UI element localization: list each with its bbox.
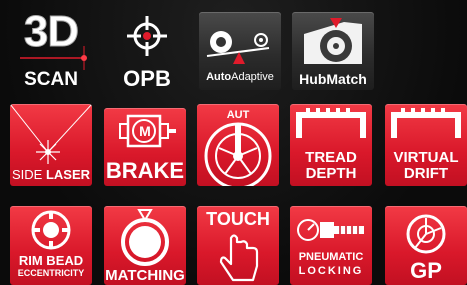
tread-profile-icon	[296, 108, 366, 138]
hubmatch-tile[interactable]: HubMatch	[292, 12, 374, 90]
pneumatic-line1: PNEUMATIC	[298, 251, 364, 263]
aut-tile[interactable]: AUT	[197, 104, 279, 186]
brake-tile[interactable]: M BRAKE	[104, 108, 186, 186]
side-laser-tile[interactable]: SIDE LASER	[10, 104, 92, 186]
gp-tile[interactable]: GP	[385, 206, 467, 285]
autoadaptive-label-bold: Auto	[206, 71, 232, 83]
pneumatic-shaft-icon	[297, 219, 364, 241]
pointing-hand-icon	[219, 234, 259, 282]
autoadaptive-label: AutoAdaptive	[199, 72, 281, 83]
tread-depth-tile[interactable]: TREAD DEPTH	[290, 104, 372, 186]
side-laser-label: SIDE LASER	[10, 168, 92, 181]
feature-icon-grid: 3D SCAN OPB AutoAdaptive HubMatch SIDE L…	[0, 0, 467, 285]
side-laser-label-a: SIDE	[11, 167, 43, 182]
matching-label: MATCHING	[105, 267, 185, 284]
tread-depth-line2: DEPTH	[305, 165, 357, 182]
autoadaptive-label-rest: Adaptive	[231, 71, 274, 83]
tread-depth-line1: TREAD	[305, 149, 357, 166]
touch-tile[interactable]: TOUCH	[197, 206, 279, 285]
matching-tile[interactable]: MATCHING	[104, 206, 186, 285]
gp-label: GP	[410, 258, 442, 283]
virtual-drift-line1: VIRTUAL	[393, 149, 459, 166]
virtual-drift-line2: DRIFT	[403, 165, 449, 182]
motor-letter: M	[139, 123, 151, 139]
pneumatic-line2: LOCKING	[298, 265, 364, 277]
rim-bead-line1: RIM BEAD	[18, 253, 84, 268]
virtual-drift-tile[interactable]: VIRTUAL DRIFT	[385, 104, 467, 186]
scan-3d-tile[interactable]: 3D SCAN	[10, 6, 92, 90]
autoadaptive-tile[interactable]: AutoAdaptive	[199, 12, 281, 90]
side-laser-label-b: LASER	[45, 167, 91, 182]
gp-wheel-icon	[406, 214, 446, 254]
pneumatic-locking-tile[interactable]: PNEUMATIC LOCKING	[290, 206, 372, 285]
brake-label: BRAKE	[105, 158, 185, 183]
aut-label: AUT	[226, 109, 250, 121]
scan-label: SCAN	[24, 69, 78, 90]
tire-match-icon	[121, 209, 169, 266]
rim-bead-tile[interactable]: RIM BEAD ECCENTRICITY	[10, 206, 92, 285]
crosshair-icon	[127, 16, 167, 56]
drift-profile-icon	[391, 108, 461, 138]
opb-tile[interactable]: OPB	[106, 6, 188, 90]
opb-label: OPB	[123, 66, 171, 90]
hubmatch-label: HubMatch	[299, 71, 367, 87]
rim-bead-line2: ECCENTRICITY	[17, 268, 85, 278]
rim-icon	[31, 210, 71, 250]
